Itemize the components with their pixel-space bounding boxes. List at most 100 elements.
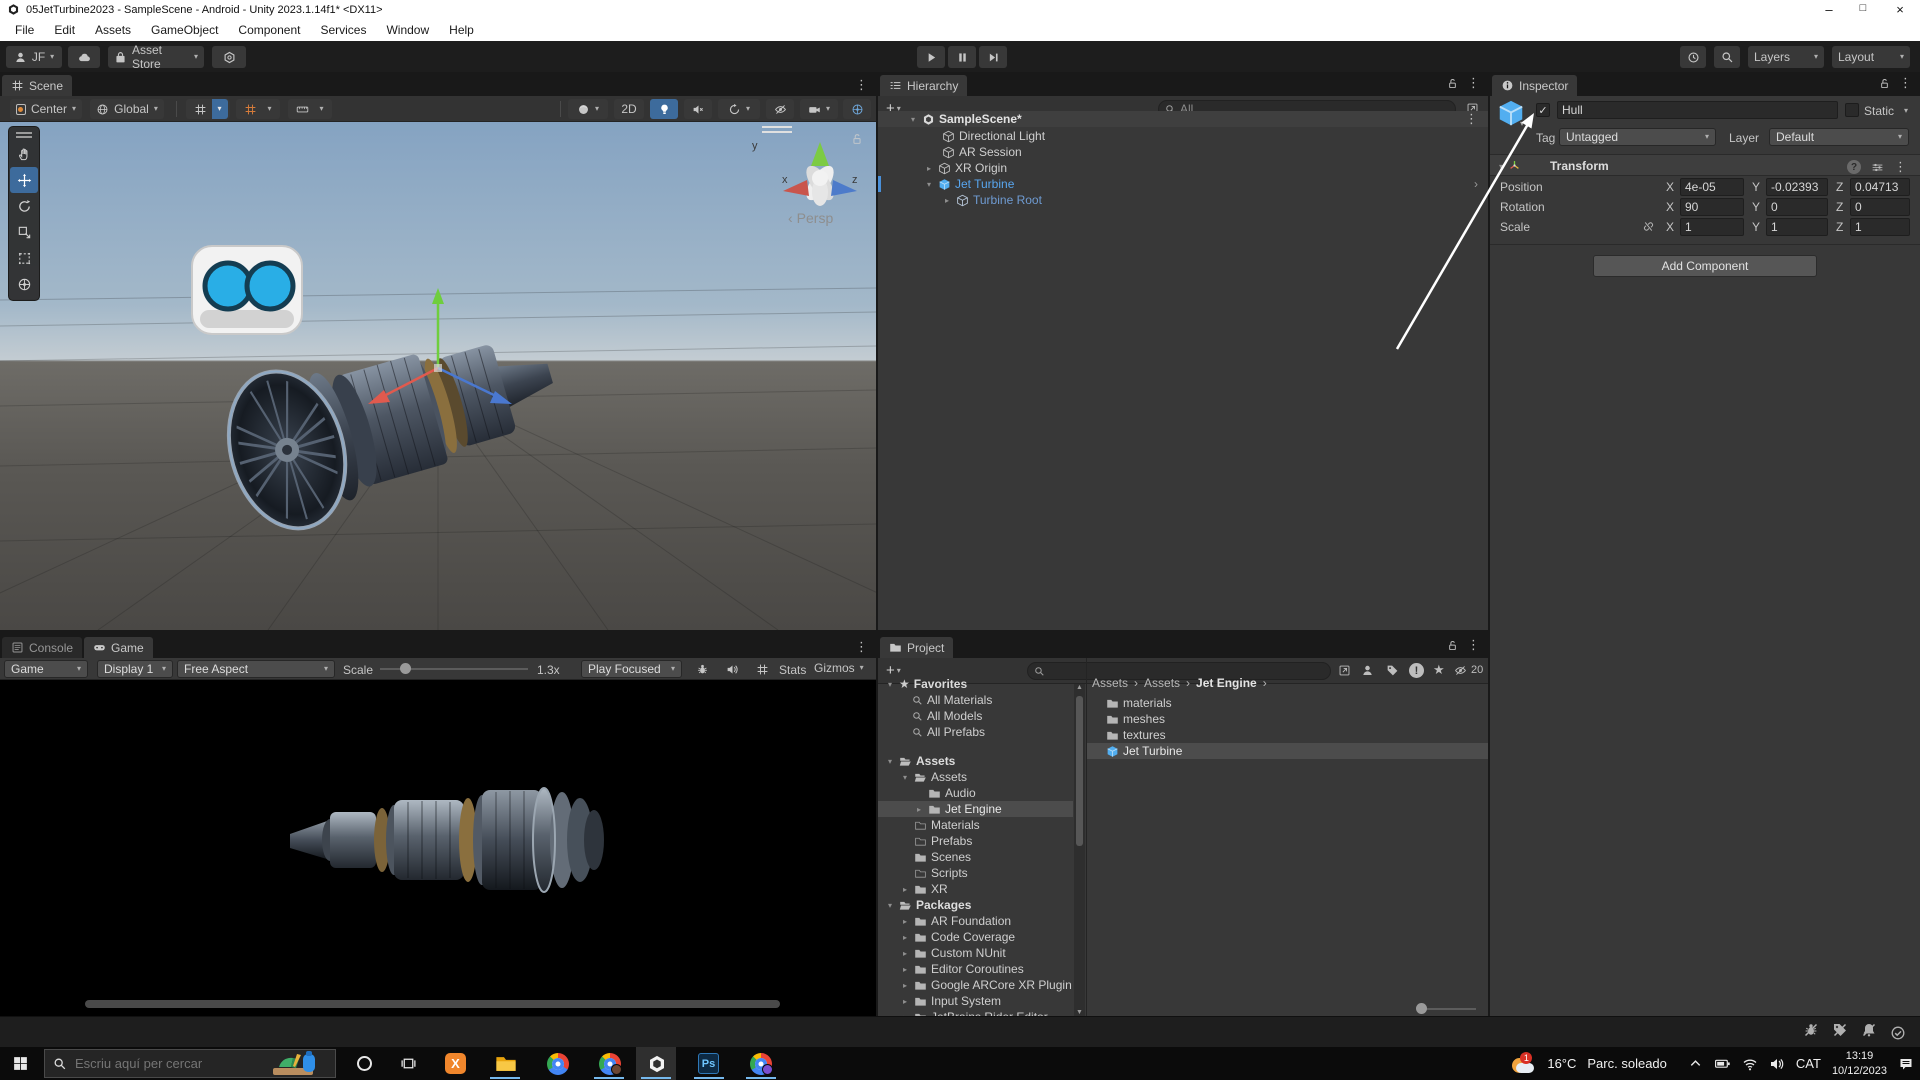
step-button[interactable] xyxy=(979,46,1007,68)
pivot-mode-dropdown[interactable]: Center ▾ xyxy=(10,99,82,119)
start-button[interactable] xyxy=(8,1051,33,1076)
lighting-toggle[interactable] xyxy=(650,99,678,119)
rotation-y-input[interactable] xyxy=(1771,200,1823,214)
hierarchy-menu-kebab[interactable]: ⋮ xyxy=(1467,75,1480,91)
project-fav-item[interactable]: All Models xyxy=(912,708,982,724)
component-kebab[interactable]: ⋮ xyxy=(1894,159,1907,175)
project-tree-item[interactable]: ▸ Editor Coroutines xyxy=(900,961,1024,977)
tool-transform[interactable] xyxy=(10,271,38,297)
breadcrumb-assets2[interactable]: Assets xyxy=(1144,676,1180,690)
scale-z-field[interactable] xyxy=(1850,218,1910,236)
name-input[interactable] xyxy=(1562,103,1833,117)
notifications-disabled-icon[interactable] xyxy=(1861,1022,1877,1043)
breadcrumb-jetengine[interactable]: Jet Engine xyxy=(1196,676,1257,690)
tray-language[interactable]: CAT xyxy=(1796,1056,1821,1071)
display-dropdown[interactable]: Display 1 ▾ xyxy=(97,660,173,678)
gameobject-name-field[interactable] xyxy=(1557,101,1838,119)
cloud-button[interactable] xyxy=(68,46,100,68)
position-z-input[interactable] xyxy=(1855,180,1905,194)
foldout-icon[interactable]: ▸ xyxy=(914,805,924,814)
photoshop-icon[interactable]: Ps xyxy=(696,1051,721,1076)
effects-dropdown[interactable]: ▾ xyxy=(718,99,760,119)
menu-gameobject[interactable]: GameObject xyxy=(142,21,227,39)
layer-dropdown[interactable]: Default ▾ xyxy=(1769,128,1909,146)
lock-icon[interactable] xyxy=(1446,77,1459,90)
foldout-icon[interactable]: ▾ xyxy=(1496,162,1506,171)
project-tree-item[interactable]: ▸ Input System xyxy=(900,993,1001,1009)
scale-slider-knob[interactable] xyxy=(400,663,411,674)
layout-dropdown[interactable]: Layout ▾ xyxy=(1832,46,1910,68)
menu-edit[interactable]: Edit xyxy=(45,21,84,39)
search-window-icon[interactable] xyxy=(1338,664,1351,677)
menu-file[interactable]: File xyxy=(6,21,43,39)
scale-y-input[interactable] xyxy=(1771,220,1823,234)
plastic-scm-button[interactable] xyxy=(212,46,246,68)
scene-menu-kebab[interactable]: ⋮ xyxy=(855,77,868,93)
tag-dropdown[interactable]: Untagged ▾ xyxy=(1559,128,1716,146)
tool-hand[interactable] xyxy=(10,141,38,167)
import-alert-icon[interactable]: ! xyxy=(1409,663,1424,678)
menu-help[interactable]: Help xyxy=(440,21,483,39)
rotation-x-input[interactable] xyxy=(1685,200,1739,214)
audio-toggle[interactable] xyxy=(684,99,712,119)
close-button[interactable]: × xyxy=(1880,2,1920,17)
foldout-icon[interactable]: ▸ xyxy=(942,196,952,205)
project-favorites[interactable]: ▾ ★ Favorites xyxy=(885,676,967,692)
debugger-disabled-icon[interactable] xyxy=(1803,1022,1819,1043)
icon-picker-dropdown[interactable]: ▾ xyxy=(1520,120,1524,128)
stats-button[interactable]: Stats xyxy=(779,663,806,677)
favorites-star-icon[interactable]: ★ xyxy=(1433,662,1445,678)
project-tree-scrollbar[interactable]: ▲ ▼ xyxy=(1074,684,1085,1016)
static-checkbox[interactable] xyxy=(1845,103,1859,117)
lock-icon[interactable] xyxy=(1878,77,1891,90)
hierarchy-item-scene[interactable]: ▾ SampleScene* ⋮ xyxy=(878,111,1488,127)
tab-scene[interactable]: Scene xyxy=(2,75,72,96)
grid-visibility-toggle[interactable]: ▾ xyxy=(186,99,230,119)
tray-clock[interactable]: 13:19 10/12/2023 xyxy=(1832,1049,1887,1079)
scale-z-input[interactable] xyxy=(1855,220,1905,234)
tab-hierarchy[interactable]: Hierarchy xyxy=(880,75,967,96)
play-button[interactable] xyxy=(917,46,945,68)
chrome-icon[interactable] xyxy=(545,1051,570,1076)
position-x-input[interactable] xyxy=(1685,180,1739,194)
project-tree-item[interactable]: Scripts xyxy=(914,865,968,881)
pause-button[interactable] xyxy=(948,46,976,68)
hierarchy-item-xrorigin[interactable]: ▸ XR Origin xyxy=(924,160,1007,176)
tasks-ok-icon[interactable] xyxy=(1890,1025,1906,1041)
project-tree-item[interactable]: ▸ JetBrains Rider Editor xyxy=(900,1009,1048,1016)
tool-rect[interactable] xyxy=(10,245,38,271)
project-menu-kebab[interactable]: ⋮ xyxy=(1467,637,1480,653)
chrome-profile2-icon[interactable] xyxy=(597,1051,622,1076)
volume-icon[interactable] xyxy=(1769,1056,1785,1072)
scene-kebab[interactable]: ⋮ xyxy=(1465,111,1478,127)
battery-icon[interactable] xyxy=(1714,1055,1731,1072)
search-by-type-icon[interactable] xyxy=(1361,664,1374,677)
draw-mode-dropdown[interactable]: ▾ xyxy=(568,99,608,119)
inspector-menu-kebab[interactable]: ⋮ xyxy=(1899,75,1912,91)
active-checkbox[interactable]: ✓ xyxy=(1536,103,1550,117)
notification-center-icon[interactable] xyxy=(1898,1056,1914,1072)
presets-icon[interactable] xyxy=(1871,161,1884,174)
project-file-jetturbine-selected[interactable]: Jet Turbine xyxy=(1087,743,1488,759)
taskbar-search-input[interactable] xyxy=(75,1056,263,1071)
foldout-icon[interactable]: ▸ xyxy=(900,917,910,926)
display-target-dropdown[interactable]: Game ▾ xyxy=(4,660,88,678)
foldout-icon[interactable]: ▾ xyxy=(885,680,895,689)
project-file-meshes[interactable]: meshes xyxy=(1106,711,1165,727)
project-file-textures[interactable]: textures xyxy=(1106,727,1166,743)
game-menu-kebab[interactable]: ⋮ xyxy=(855,639,868,655)
project-tree-assets-root[interactable]: ▾ Assets xyxy=(885,753,955,769)
position-y-input[interactable] xyxy=(1771,180,1823,194)
position-z-field[interactable] xyxy=(1850,178,1910,196)
tool-move[interactable] xyxy=(10,167,38,193)
foldout-icon[interactable]: ▸ xyxy=(900,965,910,974)
foldout-icon[interactable]: ▸ xyxy=(900,949,910,958)
wifi-icon[interactable] xyxy=(1742,1056,1758,1072)
foldout-icon[interactable]: ▾ xyxy=(900,773,910,782)
game-viewport[interactable] xyxy=(0,680,876,1016)
undo-history-button[interactable] xyxy=(1680,46,1706,68)
menu-window[interactable]: Window xyxy=(377,21,438,39)
move-gizmo[interactable] xyxy=(340,272,540,432)
layers-dropdown[interactable]: Layers ▾ xyxy=(1748,46,1824,68)
orientation-dropdown[interactable]: Global ▾ xyxy=(90,99,164,119)
